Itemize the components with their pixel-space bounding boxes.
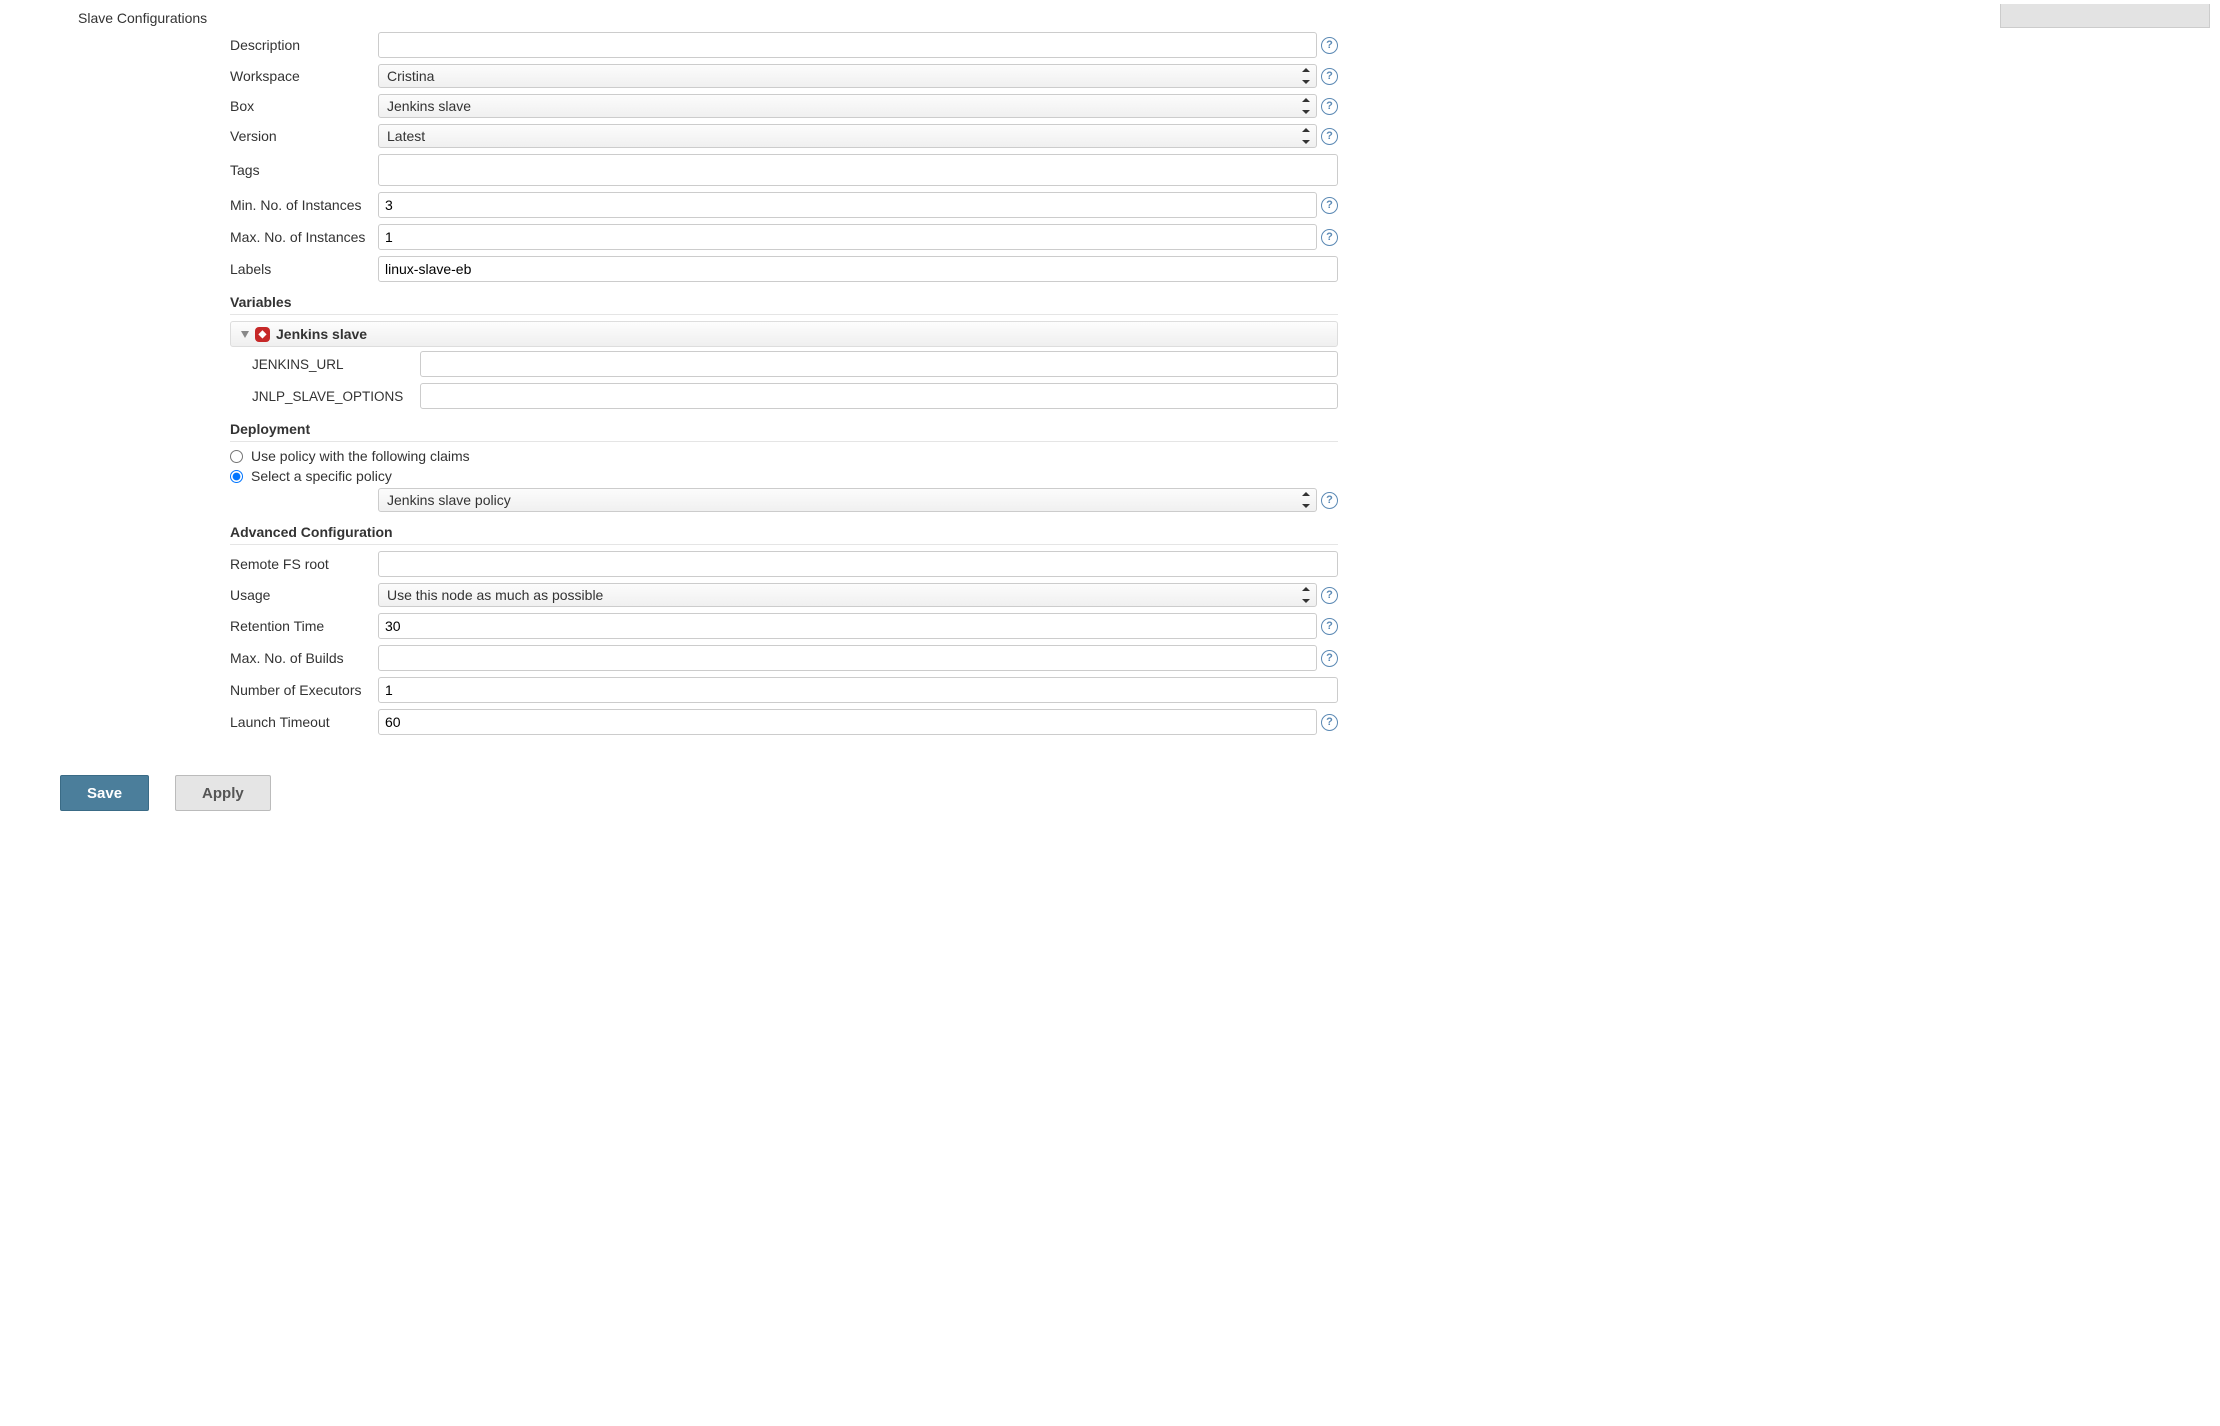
- help-icon[interactable]: ?: [1321, 197, 1338, 214]
- version-select[interactable]: Latest: [378, 124, 1317, 148]
- advanced-header: Advanced Configuration: [230, 518, 1338, 545]
- max-builds-input[interactable]: [378, 645, 1317, 671]
- help-icon[interactable]: ?: [1321, 492, 1338, 509]
- label-remote-fs: Remote FS root: [230, 556, 378, 572]
- label-max-builds: Max. No. of Builds: [230, 650, 378, 666]
- usage-select[interactable]: Use this node as much as possible: [378, 583, 1317, 607]
- help-icon[interactable]: ?: [1321, 68, 1338, 85]
- deploy-option-claims-label: Use policy with the following claims: [251, 448, 470, 464]
- deployment-header: Deployment: [230, 415, 1338, 442]
- help-icon[interactable]: ?: [1321, 98, 1338, 115]
- box-icon: ◆: [255, 327, 270, 342]
- label-description: Description: [230, 37, 378, 53]
- jnlp-slave-options-input[interactable]: [420, 383, 1338, 409]
- section-title: Slave Configurations: [0, 10, 1350, 26]
- label-jenkins-url: JENKINS_URL: [252, 357, 420, 372]
- jenkins-url-input[interactable]: [420, 351, 1338, 377]
- collapsed-top-button[interactable]: [2000, 4, 2210, 28]
- label-retention: Retention Time: [230, 618, 378, 634]
- label-workspace: Workspace: [230, 68, 378, 84]
- executors-input[interactable]: [378, 677, 1338, 703]
- label-min-instances: Min. No. of Instances: [230, 197, 378, 213]
- help-icon[interactable]: ?: [1321, 650, 1338, 667]
- label-tags: Tags: [230, 162, 378, 178]
- label-version: Version: [230, 128, 378, 144]
- label-usage: Usage: [230, 587, 378, 603]
- deploy-radio-claims[interactable]: [230, 450, 243, 463]
- label-max-instances: Max. No. of Instances: [230, 229, 378, 245]
- save-button[interactable]: Save: [60, 775, 149, 811]
- label-jnlp-slave-options: JNLP_SLAVE_OPTIONS: [252, 389, 420, 404]
- label-box: Box: [230, 98, 378, 114]
- policy-select[interactable]: Jenkins slave policy: [378, 488, 1317, 512]
- tags-input[interactable]: [378, 154, 1338, 186]
- labels-input[interactable]: [378, 256, 1338, 282]
- deploy-radio-specific[interactable]: [230, 470, 243, 483]
- label-executors: Number of Executors: [230, 682, 378, 698]
- retention-input[interactable]: [378, 613, 1317, 639]
- help-icon[interactable]: ?: [1321, 714, 1338, 731]
- label-launch-timeout: Launch Timeout: [230, 714, 378, 730]
- min-instances-input[interactable]: [378, 192, 1317, 218]
- help-icon[interactable]: ?: [1321, 587, 1338, 604]
- collapse-icon: [241, 331, 249, 338]
- box-select[interactable]: Jenkins slave: [378, 94, 1317, 118]
- variables-group-name: Jenkins slave: [276, 326, 367, 342]
- variables-group-header[interactable]: ◆ Jenkins slave: [230, 321, 1338, 347]
- help-icon[interactable]: ?: [1321, 128, 1338, 145]
- launch-timeout-input[interactable]: [378, 709, 1317, 735]
- description-input[interactable]: [378, 32, 1317, 58]
- label-labels: Labels: [230, 261, 378, 277]
- max-instances-input[interactable]: [378, 224, 1317, 250]
- workspace-select[interactable]: Cristina: [378, 64, 1317, 88]
- variables-header: Variables: [230, 288, 1338, 315]
- deploy-option-specific-label: Select a specific policy: [251, 468, 392, 484]
- help-icon[interactable]: ?: [1321, 618, 1338, 635]
- help-icon[interactable]: ?: [1321, 229, 1338, 246]
- help-icon[interactable]: ?: [1321, 37, 1338, 54]
- apply-button[interactable]: Apply: [175, 775, 271, 811]
- remote-fs-input[interactable]: [378, 551, 1338, 577]
